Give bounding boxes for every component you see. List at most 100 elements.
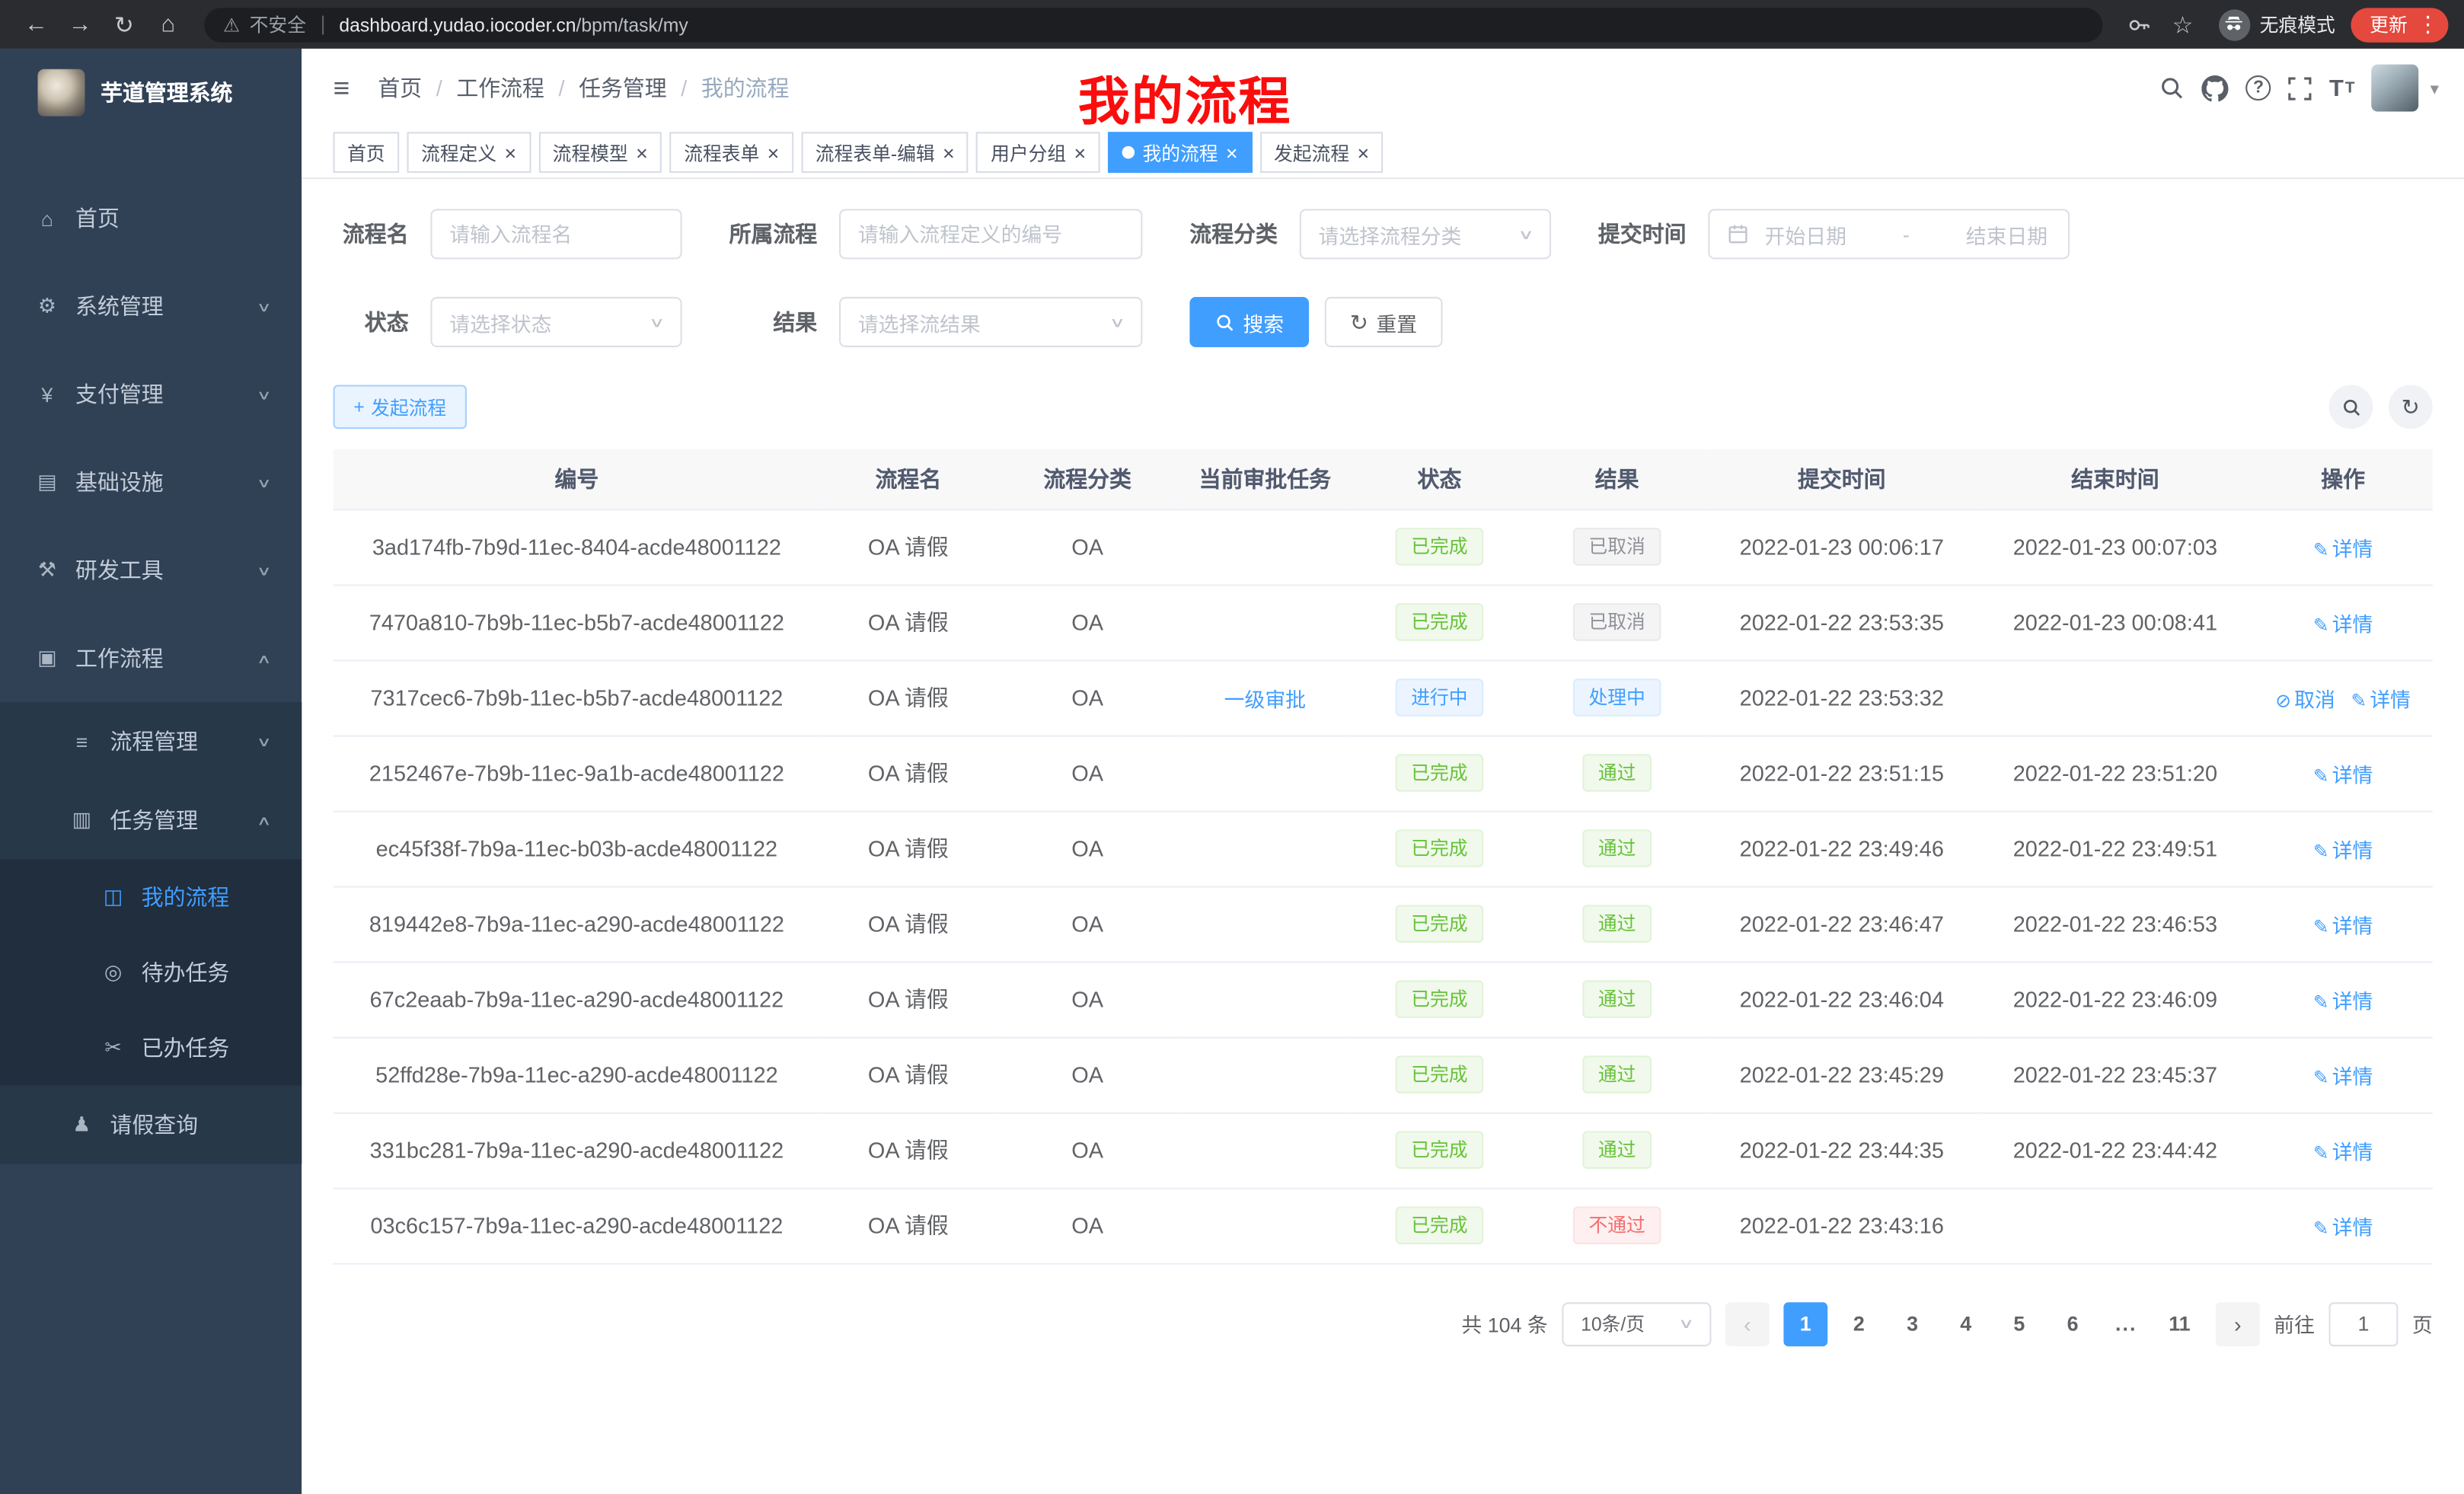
detail-link[interactable]: ✎详情 <box>2313 612 2373 636</box>
sidebar-item-done-tasks[interactable]: ✂已办任务 <box>0 1010 302 1086</box>
sidebar-item-process-management[interactable]: ≡流程管理∨ <box>0 702 302 781</box>
tab-label: 流程定义 <box>421 139 496 166</box>
update-button[interactable]: 更新 ⋮ <box>2351 7 2448 41</box>
close-icon[interactable]: × <box>1074 142 1087 163</box>
detail-link[interactable]: ✎详情 <box>2313 914 2373 937</box>
result-tag: 通过 <box>1582 1055 1652 1093</box>
sidebar-item-payment[interactable]: ¥支付管理∨ <box>0 350 302 439</box>
tab-process-form-edit[interactable]: 流程表单-编辑× <box>801 132 969 173</box>
page-button-2[interactable]: 2 <box>1837 1301 1882 1346</box>
sidebar-item-todo-tasks[interactable]: ◎待办任务 <box>0 935 302 1010</box>
font-size-icon[interactable]: TT <box>2329 75 2355 101</box>
sidebar-item-workflow[interactable]: ▣工作流程∧ <box>0 615 302 703</box>
cell-status: 已完成 <box>1352 1037 1527 1113</box>
sidebar-item-devtools[interactable]: ⚒研发工具∨ <box>0 526 302 615</box>
sidebar-item-leave-query[interactable]: ♟请假查询 <box>0 1086 302 1164</box>
page-size-select[interactable]: 10条/页 ∨ <box>1562 1301 1711 1346</box>
address-bar[interactable]: ⚠ 不安全 dashboard.yudao.iocoder.cn/bpm/tas… <box>204 7 2102 41</box>
caret-down-icon[interactable]: ▾ <box>2430 78 2439 98</box>
page-button-4[interactable]: 4 <box>1944 1301 1988 1346</box>
tab-start-process[interactable]: 发起流程× <box>1259 132 1383 173</box>
fullscreen-icon[interactable] <box>2288 76 2312 100</box>
cell-status: 已完成 <box>1352 962 1527 1037</box>
goto-page-input[interactable] <box>2329 1301 2399 1346</box>
prev-page-button[interactable]: ‹ <box>1725 1301 1770 1346</box>
tab-my-process[interactable]: 我的流程× <box>1108 132 1252 173</box>
tab-process-form[interactable]: 流程表单× <box>670 132 793 173</box>
avatar[interactable] <box>2372 65 2419 112</box>
filter-process-name: 流程名 <box>334 209 682 259</box>
toggle-search-button[interactable] <box>2329 385 2373 429</box>
current-task-link[interactable]: 一级审批 <box>1224 688 1306 711</box>
browser-home-button[interactable]: ⌂ <box>148 4 189 45</box>
tab-user-group[interactable]: 用户分组× <box>977 132 1100 173</box>
cell-name: OA 请假 <box>820 962 996 1037</box>
create-process-label: 发起流程 <box>371 394 446 420</box>
refresh-list-button[interactable]: ↻ <box>2389 385 2433 429</box>
github-icon[interactable] <box>2202 75 2229 101</box>
cell-id: 331bc281-7b9a-11ec-a290-acde48001122 <box>334 1113 821 1188</box>
page-button-5[interactable]: 5 <box>1997 1301 2041 1346</box>
sidebar-item-system[interactable]: ⚙系统管理∨ <box>0 263 302 351</box>
search-icon[interactable] <box>2159 75 2185 101</box>
breadcrumb-item-task-management[interactable]: 任务管理 <box>579 72 667 104</box>
sidebar-item-home[interactable]: ⌂首页 <box>0 174 302 263</box>
help-icon[interactable]: ? <box>2246 75 2271 101</box>
close-icon[interactable]: × <box>768 142 780 163</box>
detail-link[interactable]: ✎详情 <box>2313 763 2373 787</box>
close-icon[interactable]: × <box>943 142 955 163</box>
result-select[interactable]: 请选择流结果 ∨ <box>839 297 1142 347</box>
close-icon[interactable]: × <box>1226 142 1238 163</box>
detail-link[interactable]: ✎详情 <box>2313 1140 2373 1164</box>
cell-status: 已完成 <box>1352 811 1527 886</box>
submit-time-range-picker[interactable]: 开始日期 - 结束日期 <box>1708 209 2070 259</box>
search-button[interactable]: 搜索 <box>1189 297 1309 347</box>
page-button-3[interactable]: 3 <box>1891 1301 1935 1346</box>
detail-link[interactable]: ✎详情 <box>2313 1065 2373 1088</box>
more-pages-button[interactable]: ... <box>2104 1301 2148 1346</box>
key-icon[interactable] <box>2118 4 2159 45</box>
hamburger-icon[interactable]: ≡ <box>334 72 350 104</box>
status-tag: 进行中 <box>1396 678 1484 717</box>
page-button-6[interactable]: 6 <box>2051 1301 2095 1346</box>
tab-process-definition[interactable]: 流程定义 × <box>407 132 531 173</box>
result-placeholder: 请选择流结果 <box>858 307 981 337</box>
page-button-1[interactable]: 1 <box>1783 1301 1827 1346</box>
detail-link[interactable]: ✎详情 <box>2313 989 2373 1013</box>
result-tag: 已取消 <box>1573 528 1661 566</box>
close-icon[interactable]: × <box>636 142 648 163</box>
create-process-button[interactable]: + 发起流程 <box>334 385 467 429</box>
tab-process-model[interactable]: 流程模型× <box>538 132 662 173</box>
breadcrumb-item-home[interactable]: 首页 <box>378 72 422 104</box>
status-select[interactable]: 请选择状态 ∨ <box>430 297 681 347</box>
process-definition-input[interactable] <box>839 209 1142 259</box>
cell-current-task <box>1179 584 1352 659</box>
browser-back-button[interactable]: ← <box>16 4 57 45</box>
detail-link[interactable]: ✎详情 <box>2313 1215 2373 1239</box>
sidebar-item-task-management[interactable]: ▥任务管理∧ <box>0 781 302 859</box>
reset-button[interactable]: ↻ 重置 <box>1325 297 1442 347</box>
page-size-value: 10条/页 <box>1581 1310 1645 1337</box>
close-icon[interactable]: × <box>1357 142 1369 163</box>
url-path: /bpm/task/my <box>576 14 688 36</box>
column-header-status: 状态 <box>1352 449 1527 509</box>
cancel-link[interactable]: ⊘取消 <box>2275 688 2335 711</box>
browser-reload-button[interactable]: ↻ <box>104 4 145 45</box>
next-page-button[interactable]: › <box>2216 1301 2260 1346</box>
column-header-submit-time: 提交时间 <box>1706 449 1977 509</box>
browser-forward-button[interactable]: → <box>59 4 101 45</box>
process-category-select[interactable]: 请选择流程分类 ∨ <box>1300 209 1551 259</box>
close-icon[interactable]: × <box>505 142 517 163</box>
sidebar-item-my-process[interactable]: ◫我的流程 <box>0 860 302 935</box>
kebab-menu-icon[interactable]: ⋮ <box>2417 11 2439 37</box>
bookmark-star-icon[interactable]: ☆ <box>2162 4 2204 45</box>
detail-link[interactable]: ✎详情 <box>2313 537 2373 560</box>
tab-home[interactable]: 首页 <box>334 132 400 173</box>
sidebar-item-infrastructure[interactable]: ▤基础设施∨ <box>0 439 302 527</box>
detail-link[interactable]: ✎详情 <box>2351 688 2411 711</box>
active-dot <box>1122 146 1135 159</box>
process-name-input[interactable] <box>430 209 681 259</box>
detail-link[interactable]: ✎详情 <box>2313 838 2373 862</box>
breadcrumb-item-workflow[interactable]: 工作流程 <box>456 72 544 104</box>
page-button-11[interactable]: 11 <box>2158 1301 2202 1346</box>
